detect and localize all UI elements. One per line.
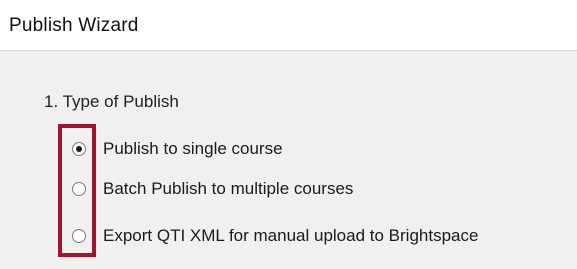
publish-wizard-window: Publish Wizard 1. Type of Publish Publis…: [0, 0, 577, 269]
radio-button-selected[interactable]: [72, 142, 86, 156]
option-label[interactable]: Batch Publish to multiple courses: [103, 179, 353, 199]
section-heading: 1. Type of Publish: [44, 92, 179, 111]
window-title: Publish Wizard: [9, 15, 139, 36]
option-label[interactable]: Export QTI XML for manual upload to Brig…: [103, 226, 478, 246]
option-publish-single-course[interactable]: Publish to single course: [72, 139, 283, 159]
wizard-body: 1. Type of Publish Publish to single cou…: [0, 51, 577, 269]
option-batch-publish[interactable]: Batch Publish to multiple courses: [72, 179, 353, 199]
radio-button[interactable]: [72, 229, 86, 243]
radio-button[interactable]: [72, 182, 86, 196]
option-export-qti[interactable]: Export QTI XML for manual upload to Brig…: [72, 226, 478, 246]
title-bar: Publish Wizard: [0, 0, 577, 51]
option-label[interactable]: Publish to single course: [103, 139, 283, 159]
